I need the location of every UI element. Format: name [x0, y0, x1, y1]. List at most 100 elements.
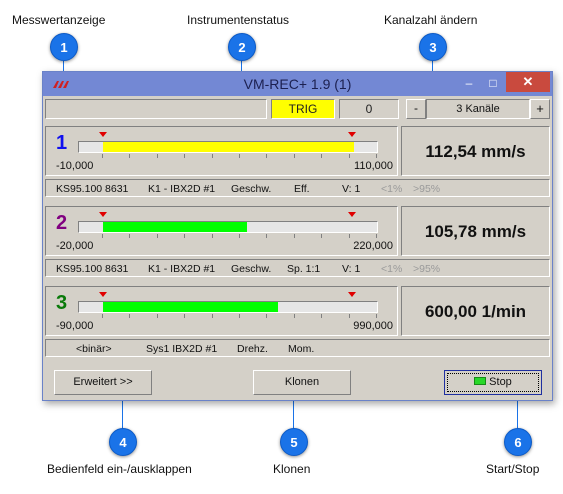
input-source: K1 - IBX2D #1: [148, 263, 216, 275]
expand-panel-button[interactable]: Erweitert >>: [54, 370, 152, 395]
add-channel-button[interactable]: +: [530, 99, 550, 119]
callout-label-messwertanzeige: Messwertanzeige: [12, 13, 106, 27]
channel-info-row[interactable]: KS95.100 8631 K1 - IBX2D #1 Geschw. Eff.…: [45, 179, 550, 197]
scale-tick: [129, 234, 130, 238]
scale-tick: [157, 234, 158, 238]
level-bar-track: [78, 301, 378, 313]
run-led-icon: [474, 377, 487, 386]
scale-tick: [157, 314, 158, 318]
scale-tick: [102, 314, 103, 318]
channel-number: 2: [56, 212, 68, 234]
scale-tick: [321, 234, 322, 238]
scale-tick: [349, 314, 350, 318]
scale-tick: [349, 154, 350, 158]
scale-tick: [184, 314, 185, 318]
scale-ticks: [102, 234, 378, 238]
scale-tick: [129, 154, 130, 158]
remove-channel-button[interactable]: -: [406, 99, 426, 119]
channel-meter: 3 -90,000 990,000: [45, 286, 398, 336]
scale-tick: [129, 314, 130, 318]
maximize-button[interactable]: □: [480, 72, 506, 94]
scale-tick: [294, 154, 295, 158]
channel-number: 1: [56, 132, 68, 154]
sensor-id: KS95.100 8631: [56, 183, 129, 195]
scale-tick: [349, 234, 350, 238]
measure-mode: Sp. 1:1: [287, 263, 321, 275]
scale-tick: [212, 234, 213, 238]
level-bar-track: [78, 141, 378, 153]
callout-pin-6: 6: [504, 428, 532, 456]
instrument-status-bar: TRIG 0 - 3 Kanäle +: [45, 99, 550, 119]
upper-limit-marker-icon[interactable]: [348, 212, 356, 217]
measurement-value: 600,00 1/min: [401, 286, 550, 336]
scale-tick: [376, 314, 377, 318]
measurement-value: 112,54 mm/s: [401, 126, 550, 176]
scale-tick: [239, 154, 240, 158]
measure-quantity: Geschw.: [231, 183, 272, 195]
callout-label-klonen: Klonen: [273, 462, 311, 476]
range-min: -20,000: [56, 240, 94, 252]
channel-info-row[interactable]: KS95.100 8631 K1 - IBX2D #1 Geschw. Sp. …: [45, 259, 550, 277]
clone-button[interactable]: Klonen: [253, 370, 351, 395]
overrange-indicator: >95%: [413, 263, 441, 275]
scale-tick: [184, 154, 185, 158]
scale-ticks: [102, 314, 378, 318]
scale-tick: [321, 154, 322, 158]
range-max: 990,000: [353, 320, 393, 332]
scale-tick: [294, 314, 295, 318]
scale-tick: [157, 154, 158, 158]
input-source: K1 - IBX2D #1: [148, 183, 216, 195]
lower-limit-marker-icon[interactable]: [99, 292, 107, 297]
callout-pin-3: 3: [419, 33, 447, 61]
trigger-indicator: TRIG: [271, 99, 335, 119]
upper-limit-marker-icon[interactable]: [348, 292, 356, 297]
gain-value: V: 1: [342, 263, 361, 275]
scale-tick: [266, 154, 267, 158]
lower-limit-marker-icon[interactable]: [99, 132, 107, 137]
level-bar-fill: [103, 302, 278, 312]
callout-pin-2: 2: [228, 33, 256, 61]
scale-tick: [294, 234, 295, 238]
start-stop-button[interactable]: Stop: [444, 370, 542, 395]
scale-tick: [376, 234, 377, 238]
range-max: 110,000: [354, 160, 393, 172]
close-button[interactable]: ✕: [506, 72, 550, 92]
level-bar-fill: [103, 142, 354, 152]
scale-tick: [102, 234, 103, 238]
callout-label-bedienfeld: Bedienfeld ein-/ausklappen: [47, 462, 192, 476]
callout-label-instrumentenstatus: Instrumentenstatus: [187, 13, 290, 27]
title-bar[interactable]: VM-REC+ 1.9 (1) – □ ✕: [43, 72, 552, 96]
scale-tick: [266, 314, 267, 318]
app-window: VM-REC+ 1.9 (1) – □ ✕ TRIG 0 - 3 Kanäle …: [42, 71, 553, 401]
range-min: -10,000: [56, 160, 94, 172]
callout-label-kanalzahl: Kanalzahl ändern: [384, 13, 478, 27]
callout-pin-4: 4: [109, 428, 137, 456]
sensor-id: KS95.100 8631: [56, 263, 129, 275]
channel-number: 3: [56, 292, 68, 314]
scale-tick: [239, 314, 240, 318]
upper-limit-marker-icon[interactable]: [348, 132, 356, 137]
measure-quantity: Drehz.: [237, 343, 268, 355]
range-max: 220,000: [353, 240, 393, 252]
measure-quantity: Geschw.: [231, 263, 272, 275]
status-message-field: [45, 99, 267, 119]
trigger-count: 0: [339, 99, 399, 119]
measurement-value: 105,78 mm/s: [401, 206, 550, 256]
sensor-id: <binär>: [76, 343, 112, 355]
scale-tick: [266, 234, 267, 238]
callout-pin-5: 5: [280, 428, 308, 456]
gain-value: V: 1: [342, 183, 361, 195]
minimize-button[interactable]: –: [456, 72, 482, 94]
channel-count-display: 3 Kanäle: [426, 99, 530, 119]
callout-label-start-stop: Start/Stop: [486, 462, 540, 476]
scale-ticks: [102, 154, 378, 158]
lower-limit-marker-icon[interactable]: [99, 212, 107, 217]
underrange-indicator: <1%: [381, 183, 403, 195]
input-source: Sys1 IBX2D #1: [146, 343, 218, 355]
level-bar-track: [78, 221, 378, 233]
scale-tick: [376, 154, 377, 158]
scale-tick: [102, 154, 103, 158]
scale-tick: [212, 314, 213, 318]
channel-info-row[interactable]: <binär> Sys1 IBX2D #1 Drehz. Mom.: [45, 339, 550, 357]
start-stop-label: Stop: [489, 376, 512, 388]
